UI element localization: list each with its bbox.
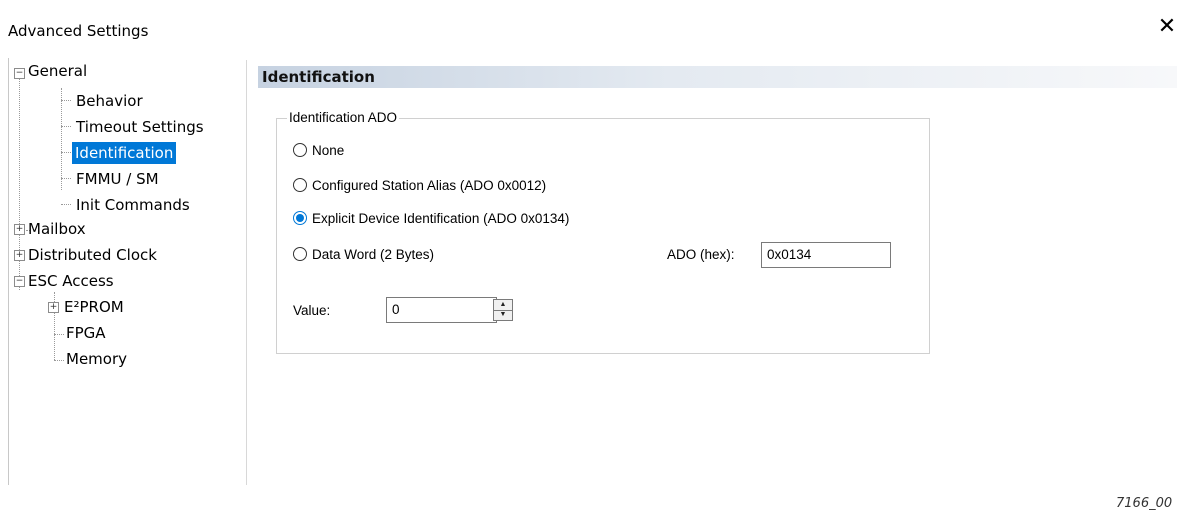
tree-line: [61, 178, 71, 179]
tree-item-init-commands[interactable]: Init Commands: [76, 194, 190, 216]
figure-number: 7166_00: [1116, 496, 1173, 511]
radio-data-word-indicator[interactable]: [293, 247, 307, 261]
collapse-general-icon[interactable]: −: [14, 68, 25, 79]
panel-header-title: Identification: [262, 68, 375, 86]
tree-item-general[interactable]: General: [28, 60, 87, 82]
tree-item-mailbox[interactable]: Mailbox: [28, 218, 86, 240]
tree-item-memory[interactable]: Memory: [66, 348, 127, 370]
settings-tree: − General Behavior Timeout Settings Iden…: [14, 60, 247, 485]
expand-distributed-clock-icon[interactable]: +: [14, 250, 25, 261]
tree-line: [61, 126, 71, 127]
close-icon[interactable]: ✕: [1154, 14, 1177, 40]
radio-explicit-device-identification-label: Explicit Device Identification (ADO 0x01…: [312, 211, 570, 226]
tree-item-distributed-clock[interactable]: Distributed Clock: [28, 244, 157, 266]
radio-explicit-device-identification-indicator[interactable]: [293, 211, 307, 225]
tree-line: [61, 88, 62, 190]
tree-line: [54, 334, 64, 335]
tree-item-identification[interactable]: Identification: [72, 142, 177, 164]
tree-line: [61, 152, 71, 153]
tree-item-fmmu-sm[interactable]: FMMU / SM: [76, 168, 159, 190]
ado-hex-field[interactable]: 0x0134: [761, 242, 891, 268]
radio-configured-station-alias-label: Configured Station Alias (ADO 0x0012): [312, 178, 547, 193]
ado-hex-label: ADO (hex):: [667, 247, 735, 262]
radio-none-label: None: [312, 143, 345, 158]
dialog-left-border: [8, 58, 9, 485]
tree-item-eeprom[interactable]: E²PROM: [64, 296, 124, 318]
tree-item-timeout-settings[interactable]: Timeout Settings: [76, 116, 204, 138]
settings-panel: Identification Identification ADO None C…: [248, 60, 1177, 485]
tree-item-behavior[interactable]: Behavior: [76, 90, 143, 112]
value-spinner[interactable]: ▲ ▼: [493, 299, 513, 321]
value-label: Value:: [293, 303, 331, 318]
radio-data-word-label: Data Word (2 Bytes): [312, 247, 435, 262]
expand-mailbox-icon[interactable]: +: [14, 224, 25, 235]
panel-header: Identification: [258, 66, 1177, 88]
value-field[interactable]: 0: [386, 297, 497, 323]
spin-down-icon[interactable]: ▼: [494, 310, 512, 320]
tree-line: [54, 360, 64, 361]
window-title: Advanced Settings: [8, 22, 149, 40]
tree-line: [61, 204, 71, 205]
group-title: Identification ADO: [287, 110, 400, 125]
expand-eeprom-icon[interactable]: +: [48, 302, 59, 313]
radio-none-indicator[interactable]: [293, 143, 307, 157]
radio-configured-station-alias-indicator[interactable]: [293, 178, 307, 192]
identification-ado-group: Identification ADO None Configured Stati…: [276, 110, 930, 354]
tree-line: [61, 100, 71, 101]
title-bar: Advanced Settings ✕: [0, 0, 1177, 56]
collapse-esc-access-icon[interactable]: −: [14, 276, 25, 287]
tree-item-esc-access[interactable]: ESC Access: [28, 270, 114, 292]
tree-item-fpga[interactable]: FPGA: [66, 322, 106, 344]
